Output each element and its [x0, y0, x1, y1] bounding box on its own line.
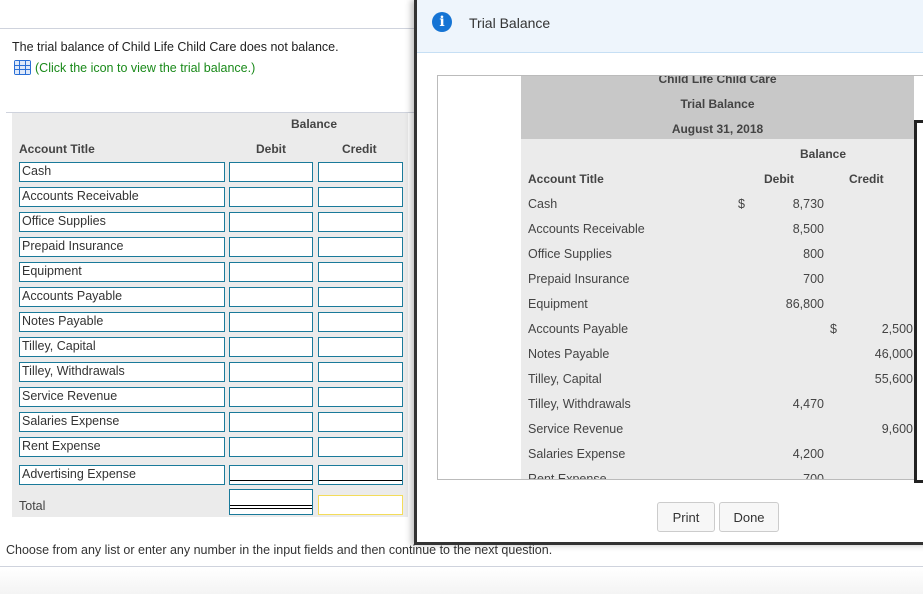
total-credit-input[interactable] [318, 495, 403, 515]
view-trial-balance-link[interactable]: (Click the icon to view the trial balanc… [14, 60, 255, 75]
credit-currency: $ [830, 322, 837, 336]
debit-amount: 8,500 [792, 222, 824, 236]
account-title: Tilley, Withdrawals [528, 397, 631, 411]
debit-input[interactable] [229, 362, 313, 382]
debit-input[interactable] [229, 412, 313, 432]
answer-table: Balance Account Title Debit Credit Cash … [12, 113, 408, 517]
account-title: Cash [528, 197, 558, 211]
credit-input[interactable] [318, 212, 403, 232]
credit-input[interactable] [318, 387, 403, 407]
instruction-text: Choose from any list or enter any number… [6, 543, 553, 557]
account-title-input[interactable]: Accounts Receivable [19, 187, 225, 207]
link-text[interactable]: (Click the icon to view the trial balanc… [35, 61, 255, 75]
credit-input[interactable] [318, 262, 403, 282]
account-title-input[interactable]: Prepaid Insurance [19, 237, 225, 257]
credit-header: Credit [849, 172, 884, 186]
credit-input[interactable] [318, 362, 403, 382]
company-name: Child Life Child Care [658, 75, 777, 86]
credit-header: Credit [342, 142, 377, 156]
debit-input[interactable] [229, 262, 313, 282]
report-header: Child Life Child Care Trial Balance Augu… [521, 76, 914, 139]
credit-amount: 9,600 [881, 422, 913, 436]
report-name: Trial Balance [680, 97, 755, 111]
credit-amount: 55,600 [874, 372, 913, 386]
account-title: Rent Expense [528, 472, 607, 480]
balance-header: Balance [291, 117, 338, 131]
credit-input[interactable] [318, 337, 403, 357]
account-title-header: Account Title [528, 172, 604, 186]
account-title-input[interactable]: Accounts Payable [19, 287, 225, 307]
debit-input[interactable] [229, 437, 313, 457]
dialog-title: Trial Balance [469, 15, 551, 31]
debit-amount: 700 [803, 472, 824, 480]
debit-amount: 700 [803, 272, 824, 286]
account-title: Salaries Expense [528, 447, 626, 461]
total-label: Total [19, 499, 46, 513]
credit-amount: 46,000 [874, 347, 913, 361]
credit-input[interactable] [318, 237, 403, 257]
account-title: Notes Payable [528, 347, 610, 361]
debit-amount: 8,730 [792, 197, 824, 211]
debit-amount: 4,200 [792, 447, 824, 461]
account-title-header: Account Title [19, 142, 95, 156]
account-title: Accounts Receivable [528, 222, 645, 236]
footer-bar [0, 567, 923, 594]
account-title-input[interactable]: Tilley, Capital [19, 337, 225, 357]
report-date: August 31, 2018 [671, 122, 764, 136]
account-title-input[interactable]: Advertising Expense [19, 465, 225, 485]
account-title-input[interactable]: Tilley, Withdrawals [19, 362, 225, 382]
table-icon[interactable] [14, 60, 31, 75]
debit-header: Debit [764, 172, 794, 186]
account-title: Equipment [528, 297, 588, 311]
dialog-header: i Trial Balance [417, 0, 923, 53]
done-button[interactable]: Done [719, 502, 779, 532]
debit-input[interactable] [229, 287, 313, 307]
account-title-input[interactable]: Office Supplies [19, 212, 225, 232]
info-icon: i [432, 12, 452, 32]
credit-input[interactable] [318, 287, 403, 307]
credit-input[interactable] [318, 312, 403, 332]
credit-input[interactable] [318, 162, 403, 182]
account-title: Accounts Payable [528, 322, 629, 336]
credit-amount: 2,500 [881, 322, 913, 336]
debit-input[interactable] [229, 162, 313, 182]
credit-input[interactable] [318, 465, 403, 485]
question-text: The trial balance of Child Life Child Ca… [12, 40, 339, 54]
account-title: Office Supplies [528, 247, 612, 261]
debit-input[interactable] [229, 337, 313, 357]
account-title-input[interactable]: Notes Payable [19, 312, 225, 332]
debit-currency: $ [738, 197, 745, 211]
debit-input[interactable] [229, 465, 313, 485]
account-title-input[interactable]: Cash [19, 162, 225, 182]
debit-input[interactable] [229, 237, 313, 257]
account-title-input[interactable]: Rent Expense [19, 437, 225, 457]
total-debit-input[interactable] [229, 489, 313, 515]
debit-input[interactable] [229, 312, 313, 332]
debit-amount: 86,800 [785, 297, 824, 311]
trial-balance-dialog: i Trial Balance Child Life Child Care Tr… [414, 0, 923, 545]
debit-amount: 800 [803, 247, 824, 261]
debit-input[interactable] [229, 387, 313, 407]
credit-input[interactable] [318, 412, 403, 432]
account-title-input[interactable]: Service Revenue [19, 387, 225, 407]
overlapping-panel [914, 120, 923, 483]
debit-amount: 4,470 [792, 397, 824, 411]
credit-input[interactable] [318, 187, 403, 207]
account-title-input[interactable]: Equipment [19, 262, 225, 282]
print-button[interactable]: Print [657, 502, 715, 532]
account-title-input[interactable]: Salaries Expense [19, 412, 225, 432]
debit-input[interactable] [229, 187, 313, 207]
account-title: Prepaid Insurance [528, 272, 630, 286]
trial-balance-scroll-area[interactable]: Child Life Child Care Trial Balance Augu… [437, 75, 923, 480]
account-title: Service Revenue [528, 422, 624, 436]
debit-input[interactable] [229, 212, 313, 232]
account-title: Tilley, Capital [528, 372, 602, 386]
credit-input[interactable] [318, 437, 403, 457]
balance-header: Balance [800, 147, 847, 161]
debit-header: Debit [256, 142, 286, 156]
